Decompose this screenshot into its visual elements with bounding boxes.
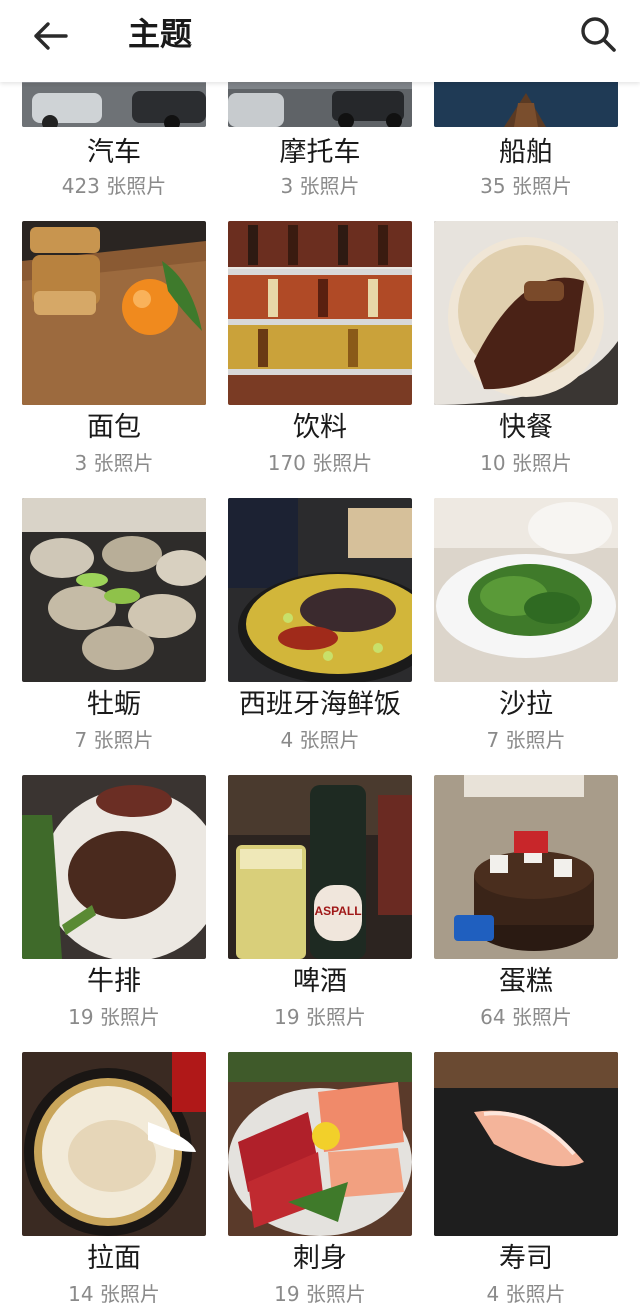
bread-thumbnail [22, 221, 206, 405]
beer-thumbnail: ASPALL [228, 775, 412, 959]
category-label: 汽车 [87, 137, 141, 168]
beer-brand-text: ASPALL [314, 904, 361, 918]
category-count: 4 张照片 [280, 728, 360, 752]
cake-thumbnail [434, 775, 618, 959]
category-label: 沙拉 [499, 689, 553, 720]
search-icon [581, 17, 616, 52]
salad-thumbnail [434, 498, 618, 682]
category-count: 19 张照片 [274, 1282, 366, 1306]
category-count: 7 张照片 [486, 728, 566, 752]
category-label: 船舶 [499, 137, 553, 168]
fast-food-thumbnail [434, 221, 618, 405]
category-count: 19 张照片 [274, 1005, 366, 1029]
drinks-thumbnail [228, 221, 412, 405]
category-label: 饮料 [293, 412, 347, 443]
category-label: 西班牙海鲜饭 [239, 689, 401, 720]
paella-thumbnail [228, 498, 412, 682]
category-label: 快餐 [499, 412, 553, 443]
category-count: 7 张照片 [74, 728, 154, 752]
oyster-thumbnail [22, 498, 206, 682]
category-label: 蛋糕 [499, 966, 553, 997]
back-button[interactable] [24, 10, 76, 62]
category-count: 19 张照片 [68, 1005, 160, 1029]
category-count: 3 张照片 [74, 451, 154, 475]
category-count: 170 张照片 [267, 451, 373, 475]
category-label: 面包 [87, 412, 141, 443]
category-count: 10 张照片 [480, 451, 572, 475]
search-button[interactable] [572, 8, 624, 60]
sashimi-thumbnail [228, 1052, 412, 1236]
steak-thumbnail [22, 775, 206, 959]
category-count: 14 张照片 [68, 1282, 160, 1306]
category-label: 摩托车 [279, 137, 361, 168]
sushi-thumbnail [434, 1052, 618, 1236]
category-count: 4 张照片 [486, 1282, 566, 1306]
top-app-bar: 主题 [0, 0, 640, 82]
category-count: 3 张照片 [280, 174, 360, 198]
category-label: 牛排 [87, 966, 141, 997]
category-label: 刺身 [293, 1243, 347, 1274]
category-grid: 汽车 423 张照片 摩托车 3 张照片 船舶 35 张照片 面包 3 张照片 … [0, 0, 640, 1316]
category-count: 64 张照片 [480, 1005, 572, 1029]
category-count: 35 张照片 [480, 174, 572, 198]
category-label: 啤酒 [293, 966, 347, 997]
category-label: 寿司 [499, 1243, 553, 1274]
category-label: 牡蛎 [87, 689, 141, 720]
ramen-thumbnail [22, 1052, 206, 1236]
category-count: 423 张照片 [61, 174, 167, 198]
arrow-left-icon [34, 22, 68, 50]
page-title: 主题 [128, 15, 193, 53]
category-label: 拉面 [87, 1243, 141, 1274]
